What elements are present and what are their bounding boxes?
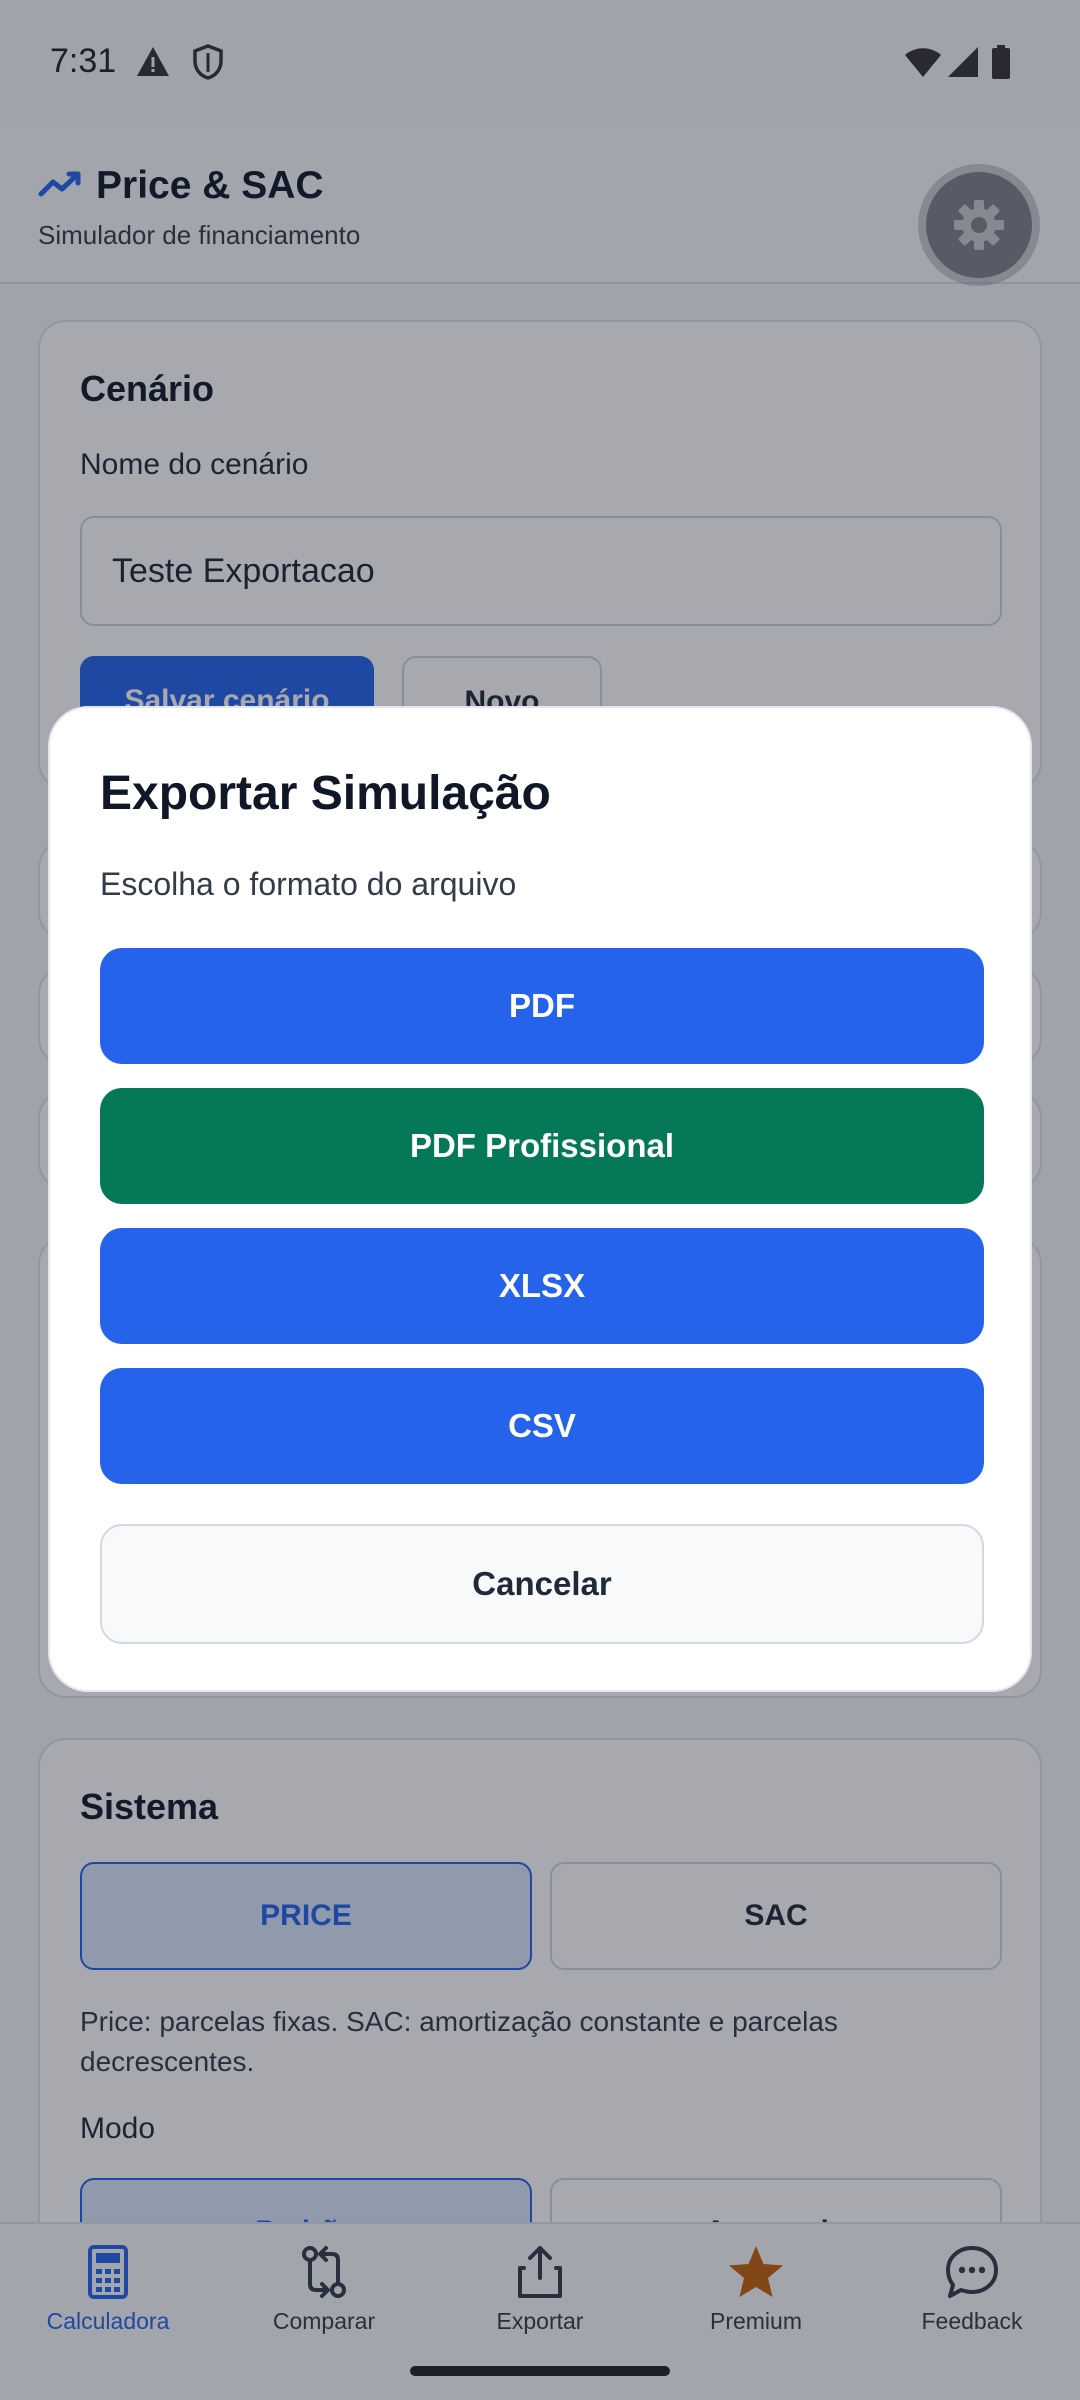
export-pdf-button[interactable]: PDF [100, 948, 984, 1064]
export-dialog: Exportar Simulação Escolha o formato do … [48, 706, 1032, 1692]
dialog-title: Exportar Simulação [100, 767, 551, 820]
dialog-subtitle: Escolha o formato do arquivo [100, 866, 517, 902]
export-pdf-pro-button[interactable]: PDF Profissional [100, 1088, 984, 1204]
export-csv-button[interactable]: CSV [100, 1368, 984, 1484]
export-xlsx-button[interactable]: XLSX [100, 1228, 984, 1344]
cancel-button[interactable]: Cancelar [100, 1524, 984, 1644]
